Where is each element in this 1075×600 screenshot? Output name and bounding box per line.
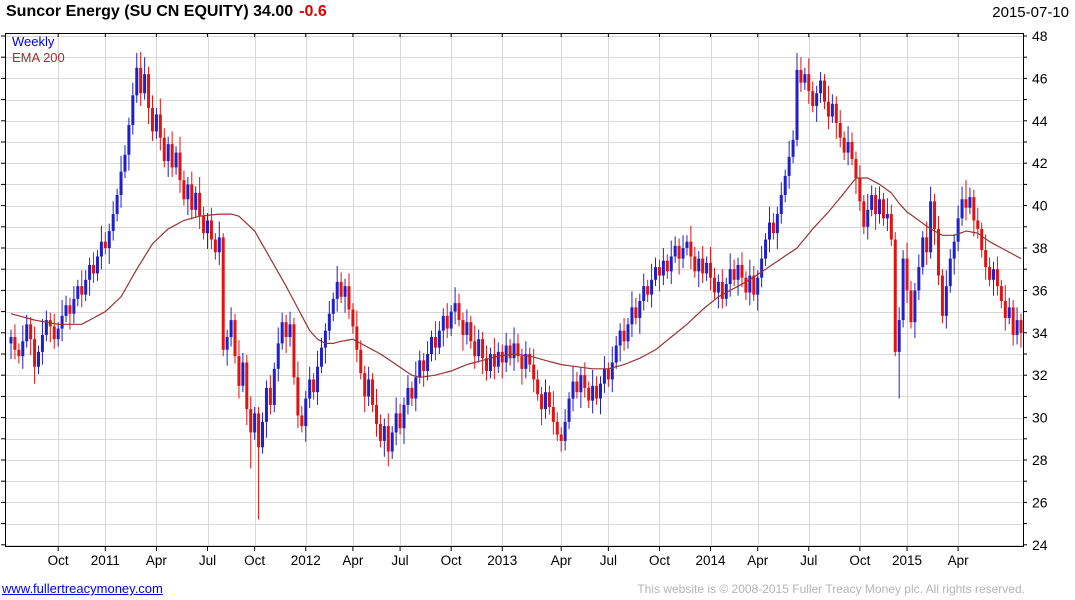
svg-text:40: 40 — [1032, 198, 1048, 214]
svg-text:Apr: Apr — [551, 553, 573, 568]
grid-lines — [5, 33, 1023, 546]
svg-text:24: 24 — [1032, 537, 1048, 553]
svg-text:Oct: Oct — [849, 553, 870, 568]
legend-timeframe: Weekly — [12, 34, 55, 49]
svg-text:2012: 2012 — [291, 553, 321, 568]
svg-text:28: 28 — [1032, 452, 1048, 468]
ema-line — [10, 177, 1022, 378]
candles — [9, 51, 1023, 520]
svg-text:48: 48 — [1032, 28, 1048, 44]
svg-text:Oct: Oct — [649, 553, 670, 568]
svg-text:Jul: Jul — [600, 553, 617, 568]
copyright-text: This website is © 2008-2015 Fuller Treac… — [637, 582, 1025, 596]
svg-text:46: 46 — [1032, 70, 1048, 86]
svg-text:Apr: Apr — [342, 553, 364, 568]
site-link[interactable]: www.fullertreacymoney.com — [2, 581, 163, 596]
svg-text:Jul: Jul — [800, 553, 817, 568]
svg-text:26: 26 — [1032, 494, 1048, 510]
svg-text:Apr: Apr — [747, 553, 769, 568]
svg-text:Jul: Jul — [391, 553, 408, 568]
svg-text:2013: 2013 — [487, 553, 517, 568]
svg-text:34: 34 — [1032, 325, 1048, 341]
svg-text:2014: 2014 — [696, 553, 727, 568]
svg-text:Oct: Oct — [48, 553, 69, 568]
svg-text:Apr: Apr — [948, 553, 970, 568]
svg-text:44: 44 — [1032, 113, 1048, 129]
svg-text:42: 42 — [1032, 155, 1048, 171]
chart-page: Suncor Energy (SU CN EQUITY) 34.00 -0.6 2… — [0, 0, 1075, 600]
svg-text:36: 36 — [1032, 282, 1048, 298]
svg-text:Jul: Jul — [199, 553, 216, 568]
svg-text:Apr: Apr — [146, 553, 168, 568]
svg-text:Oct: Oct — [441, 553, 462, 568]
svg-text:Oct: Oct — [244, 553, 265, 568]
svg-text:2015: 2015 — [892, 553, 922, 568]
svg-text:30: 30 — [1032, 410, 1048, 426]
svg-text:2011: 2011 — [91, 553, 120, 568]
svg-text:32: 32 — [1032, 367, 1048, 383]
legend-ema: EMA 200 — [12, 50, 65, 65]
price-chart: 24 26 28 30 32 34 36 38 40 42 44 46 48 Oct 2011 Apr Jul O… — [1, 28, 1048, 568]
svg-text:38: 38 — [1032, 240, 1048, 256]
